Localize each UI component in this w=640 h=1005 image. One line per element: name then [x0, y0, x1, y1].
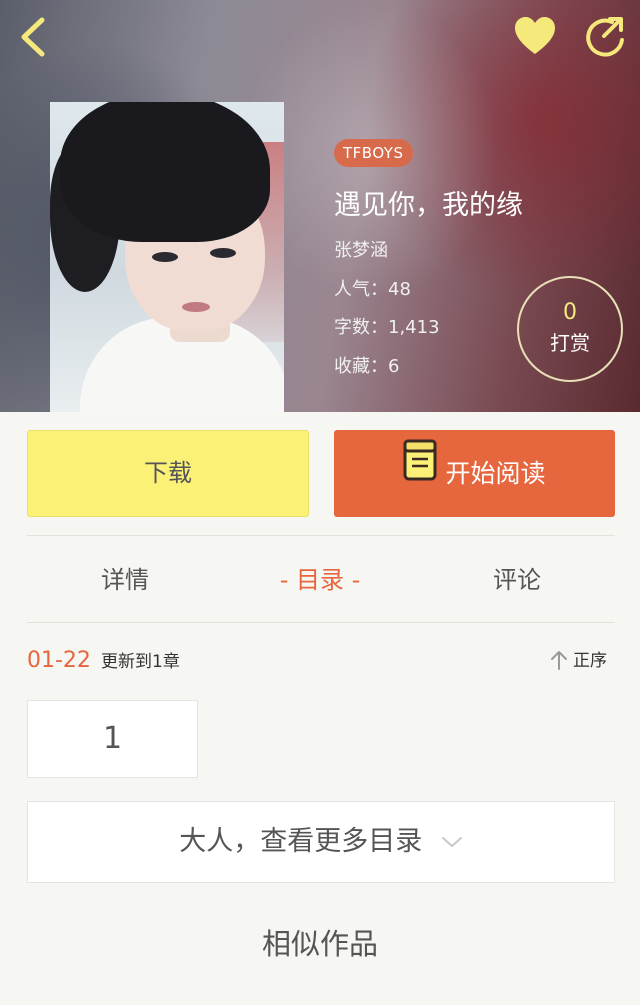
tip-label: 打赏	[550, 331, 590, 355]
update-date: 01-22	[27, 648, 91, 673]
book-header: TFBOYS 遇见你，我的缘 张梦涵 人气：48 字数：1,413 收藏：6 0…	[0, 0, 640, 412]
more-chapters-label: 大人，查看更多目录	[179, 826, 423, 857]
tab-comments[interactable]: 评论	[457, 560, 577, 600]
divider	[27, 535, 615, 536]
word-count-stat: 字数：1,413	[334, 317, 440, 338]
back-button[interactable]	[14, 14, 54, 60]
book-cover-image[interactable]	[50, 102, 284, 412]
sort-order-label: 正序	[573, 651, 607, 671]
download-button[interactable]: 下载	[27, 430, 309, 517]
favorite-button[interactable]	[512, 14, 558, 60]
chapter-item[interactable]: 1	[27, 700, 198, 778]
update-text: 更新到1章	[101, 652, 180, 672]
download-label: 下载	[144, 459, 192, 487]
tab-details[interactable]: 详情	[65, 560, 185, 600]
book-icon	[403, 429, 437, 516]
tip-button[interactable]: 0 打赏	[517, 276, 623, 382]
divider	[27, 622, 615, 623]
chevron-left-icon	[21, 17, 45, 57]
tip-count: 0	[563, 300, 577, 325]
tab-table-of-contents[interactable]: - 目录 -	[250, 560, 390, 600]
more-chapters-button[interactable]: 大人，查看更多目录	[27, 801, 615, 883]
book-title: 遇见你，我的缘	[334, 190, 523, 221]
similar-works-heading: 相似作品	[261, 927, 378, 961]
start-reading-button[interactable]: 开始阅读	[334, 430, 615, 517]
start-reading-label: 开始阅读	[445, 459, 546, 488]
share-arrow-icon	[586, 17, 624, 57]
author-name[interactable]: 张梦涵	[334, 238, 388, 264]
category-tag[interactable]: TFBOYS	[334, 139, 413, 167]
share-button[interactable]	[582, 14, 628, 60]
heart-icon	[515, 17, 555, 54]
favorites-stat: 收藏：6	[334, 356, 400, 377]
sort-order-button[interactable]: 正序	[549, 647, 607, 675]
chevron-down-icon	[441, 836, 462, 847]
popularity-stat: 人气：48	[334, 279, 411, 300]
arrow-up-icon	[551, 650, 567, 670]
